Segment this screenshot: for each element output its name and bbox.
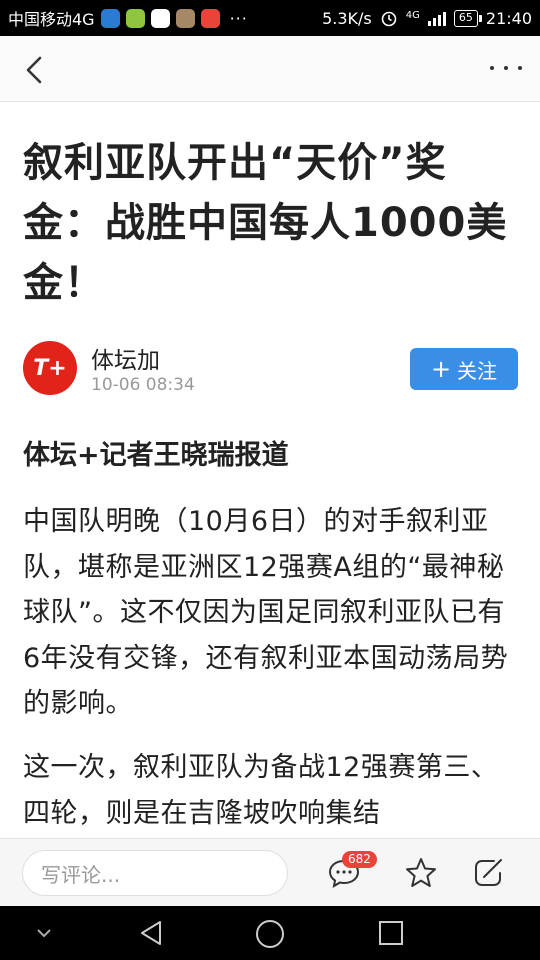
star-icon[interactable]	[403, 855, 439, 891]
toutiao-icon	[200, 8, 220, 28]
chevron-left-icon[interactable]	[18, 52, 54, 88]
article-paragraph: 中国队明晚（10月6日）的对手叙利亚队，堪称是亚洲区12强赛A组的“最神秘球队”…	[23, 506, 509, 719]
article-body[interactable]: 叙利亚队开出“天价”奖金：战胜中国每人1000美金！ T+ 体坛加 10-06 …	[0, 103, 540, 838]
clock: 21:40	[485, 8, 532, 28]
recents-square-icon[interactable]	[376, 918, 406, 948]
system-nav-bar	[0, 906, 540, 960]
signal-icon	[427, 10, 446, 26]
battery-level: 65	[458, 10, 473, 24]
comment-bar: 写评论... 682	[0, 838, 540, 906]
author-row: T+ 体坛加 10-06 08:34 + 关注	[23, 341, 518, 397]
publish-time: 10-06 08:34	[91, 375, 195, 395]
chevron-down-icon[interactable]	[32, 924, 56, 942]
status-bar: 中国移动4G ··· 5.3K/s 4G 65 21:40	[0, 0, 540, 36]
home-circle-icon[interactable]	[254, 918, 286, 950]
plus-icon: +	[430, 355, 452, 383]
comment-input[interactable]: 写评论...	[22, 850, 288, 896]
app-notification-icon	[125, 8, 145, 28]
battery-icon: 65	[453, 9, 482, 27]
comment-count-badge: 682	[342, 851, 377, 868]
network-speed: 5.3K/s	[322, 8, 372, 28]
app-notification-icon	[100, 8, 120, 28]
carrier-label: 中国移动4G	[8, 10, 95, 29]
author-name[interactable]: 体坛加	[91, 341, 160, 375]
more-notifications-icon: ···	[229, 8, 248, 28]
top-nav-bar	[0, 36, 540, 102]
network-type: 4G	[405, 9, 420, 21]
article-title: 叙利亚队开出“天价”奖金：战胜中国每人1000美金！	[23, 140, 508, 306]
article-paragraph: 这一次，叙利亚队为备战12强赛第三、四轮，则是在吉隆坡吹响集结	[23, 752, 499, 829]
share-icon[interactable]	[470, 855, 506, 891]
alarm-icon	[381, 11, 397, 27]
more-horizontal-icon	[490, 66, 494, 70]
follow-label: 关注	[457, 358, 498, 383]
app-notification-icon	[175, 8, 195, 28]
follow-button[interactable]: + 关注	[410, 348, 518, 390]
article-subheading: 体坛+记者王晓瑞报道	[23, 440, 289, 471]
avatar[interactable]: T+	[23, 341, 77, 395]
back-triangle-icon[interactable]	[136, 918, 166, 948]
more-options-button[interactable]	[486, 58, 526, 78]
qq-icon	[150, 8, 170, 28]
